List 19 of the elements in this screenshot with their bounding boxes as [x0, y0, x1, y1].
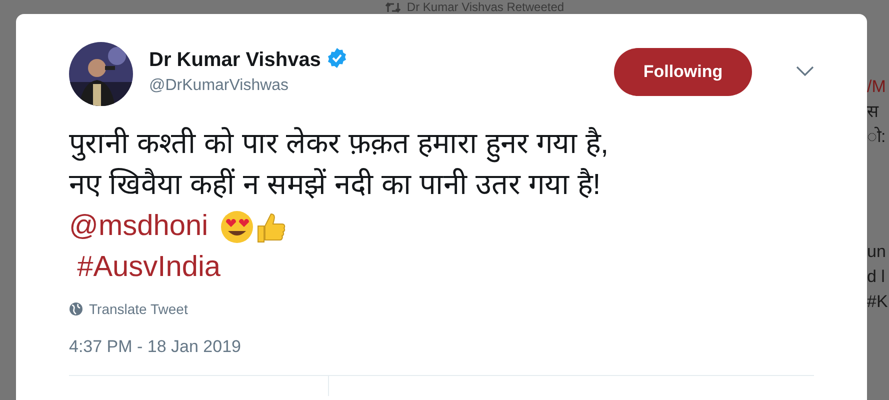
- translate-tweet-link[interactable]: Translate Tweet: [89, 301, 188, 317]
- heart-eyes-emoji-icon: [220, 210, 254, 244]
- tweet-timestamp[interactable]: 4:37 PM - 18 Jan 2019: [69, 337, 814, 357]
- retweet-note: Dr Kumar Vishvas Retweeted: [406, 0, 564, 14]
- following-button[interactable]: Following: [614, 48, 752, 96]
- text-fragment: un: [867, 241, 887, 263]
- mention-link[interactable]: @msdhoni: [69, 206, 208, 247]
- text-fragment: ो:: [867, 126, 887, 148]
- hashtag-link[interactable]: #AusvIndia: [77, 251, 221, 283]
- tweet-text: पुरानी कश्ती को पार लेकर फ़क़त हमारा हुनर गया है,: [69, 124, 814, 165]
- text-fragment: d l: [867, 266, 886, 288]
- tweet-text: नए खिवैया कहीं न समझें नदी का पानी उतर गया है!: [69, 167, 602, 203]
- text-fragment: स: [867, 101, 880, 123]
- globe-icon: [69, 302, 83, 316]
- chevron-down-icon[interactable]: [796, 66, 814, 76]
- retweet-icon: [384, 2, 401, 12]
- text-fragment: #K: [867, 291, 889, 313]
- author-name[interactable]: Dr Kumar Vishvas: [149, 49, 321, 72]
- author-handle[interactable]: @DrKumarVishwas: [149, 77, 598, 95]
